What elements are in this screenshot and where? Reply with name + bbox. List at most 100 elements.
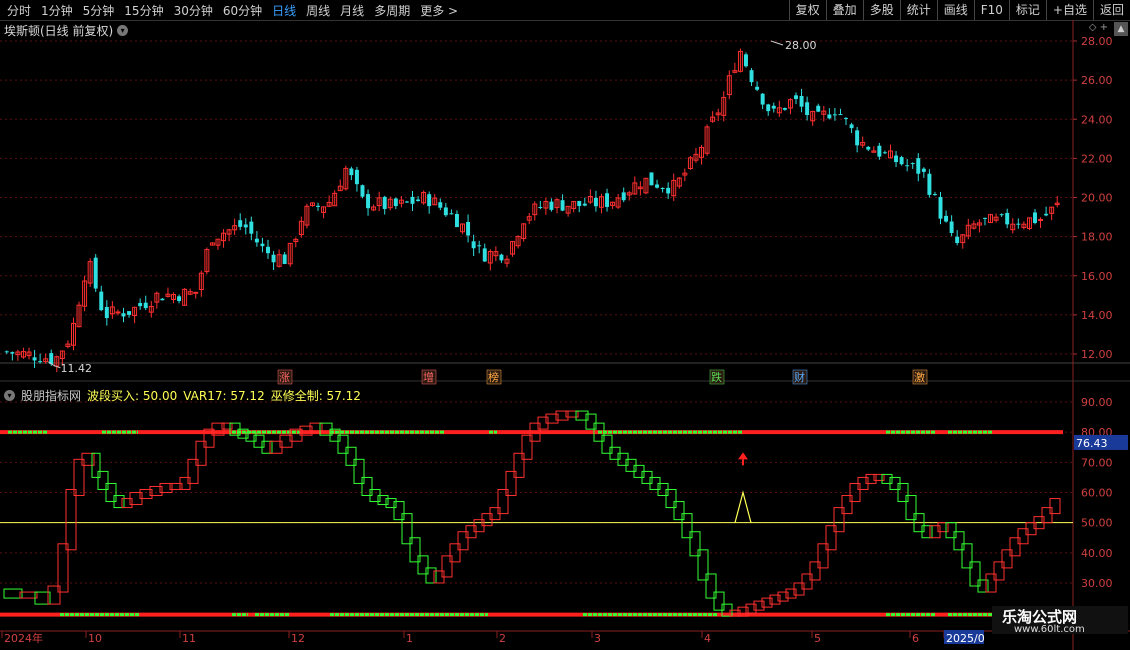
candle-body: [655, 184, 660, 188]
indicator-tick-label: 90.00: [1081, 396, 1113, 409]
candle-body: [855, 130, 860, 146]
candle-body: [760, 93, 765, 105]
candle-body: [316, 205, 320, 207]
candle-body: [282, 254, 287, 264]
indicator-value-control: 巫修全制: 57.12: [270, 389, 361, 403]
tool-button-4[interactable]: 画线: [936, 0, 974, 20]
candle-body: [38, 361, 43, 363]
xaxis-label: 1: [406, 632, 413, 645]
candle-body: [260, 243, 265, 247]
candle-body: [766, 104, 771, 112]
period-toolbar: 分时 1分钟 5分钟 15分钟 30分钟 60分钟 日线 周线 月线 多周期 更多 > 复权 叠加 多股…: [0, 0, 1130, 21]
indicator-title-row: ▾ 股朋指标网 波段买入: 50.00 VAR17: 57.12 巫修全制: 5…: [4, 387, 361, 404]
event-marker-label: 激: [914, 370, 925, 384]
xaxis-label: 6: [912, 632, 919, 645]
price-tick-label: 18.00: [1081, 231, 1113, 244]
candle-body: [404, 201, 409, 203]
period-tab-5[interactable]: 60分钟: [218, 2, 267, 19]
candle-body: [560, 200, 565, 211]
candle-body: [649, 172, 654, 186]
tool-button-7[interactable]: +自选: [1045, 0, 1093, 20]
chart-canvas[interactable]: 28.00 26.00 24.00 22.00 20.00 18.00 16.00 14.00…: [0, 20, 1130, 650]
indicator-tick-label: 30.00: [1081, 577, 1113, 590]
candle-body: [538, 207, 543, 209]
period-tab-10[interactable]: 更多 >: [415, 2, 463, 19]
period-tab-6[interactable]: 日线: [267, 2, 301, 19]
candle-body: [938, 196, 943, 219]
candle-body: [838, 114, 843, 116]
candle-body: [32, 357, 37, 361]
tool-button-8[interactable]: 返回: [1092, 0, 1130, 20]
candle-body: [354, 169, 359, 185]
tool-button-6[interactable]: 标记: [1008, 0, 1046, 20]
candle-body: [894, 155, 899, 163]
chevron-down-icon[interactable]: ▾: [4, 390, 15, 401]
xaxis-label: 2: [499, 632, 506, 645]
tool-button-5[interactable]: F10: [973, 0, 1009, 20]
candle-body: [443, 207, 448, 216]
low-label: 11.42: [60, 362, 92, 375]
watermark-logo: 乐淘公式网 www.60lt.com: [992, 606, 1128, 635]
wave-step: [3, 588, 23, 599]
candle-body: [799, 95, 804, 107]
candle-body: [104, 306, 109, 319]
candle-body: [910, 163, 915, 165]
candle-body: [593, 197, 598, 207]
candle-body: [271, 254, 276, 263]
candle-body: [982, 217, 987, 219]
candle-body: [849, 124, 854, 129]
price-tick-label: 26.00: [1081, 74, 1113, 87]
xaxis-label: 4: [704, 632, 711, 645]
tool-button-3[interactable]: 统计: [899, 0, 937, 20]
tool-button-2[interactable]: 多股: [862, 0, 900, 20]
candle-body: [882, 152, 887, 154]
period-tab-3[interactable]: 15分钟: [119, 2, 168, 19]
candle-body: [449, 213, 454, 215]
event-marker-label: 财: [794, 370, 805, 384]
candle-body: [138, 302, 143, 307]
current-value-label: 76.43: [1076, 437, 1108, 450]
period-tab-0[interactable]: 分时: [2, 2, 36, 19]
candle-body: [266, 246, 270, 254]
xaxis-label: 2025/0: [946, 632, 985, 645]
price-tick-label: 16.00: [1081, 270, 1113, 283]
event-marker-label: 增: [423, 370, 434, 384]
tool-button-0[interactable]: 复权: [788, 0, 826, 20]
candle-body: [238, 220, 243, 227]
period-tab-8[interactable]: 月线: [335, 2, 369, 19]
candle-body: [744, 54, 748, 67]
xaxis-label: 10: [88, 632, 102, 645]
candle-body: [577, 200, 582, 207]
candle-body: [1033, 212, 1037, 223]
candle-body: [349, 168, 354, 176]
candle-body: [844, 118, 848, 120]
candle-body: [393, 198, 398, 207]
period-tab-2[interactable]: 5分钟: [78, 2, 120, 19]
candle-body: [93, 257, 98, 289]
wave-step: [57, 543, 69, 593]
candle-body: [1038, 218, 1044, 221]
candle-body: [805, 102, 810, 116]
xaxis-label: 2024年: [4, 631, 43, 645]
price-tick-label: 24.00: [1081, 113, 1113, 126]
period-tab-1[interactable]: 1分钟: [36, 2, 78, 19]
tool-button-1[interactable]: 叠加: [825, 0, 863, 20]
period-tab-9[interactable]: 多周期: [369, 2, 415, 19]
period-tab-4[interactable]: 30分钟: [169, 2, 218, 19]
candle-body: [10, 352, 15, 354]
xaxis-label: 5: [814, 632, 821, 645]
period-tab-7[interactable]: 周线: [301, 2, 335, 19]
candle-body: [816, 105, 821, 112]
candle-body: [1016, 223, 1021, 225]
candle-body: [243, 224, 248, 228]
candle-body: [499, 254, 504, 261]
candle-body: [621, 192, 626, 201]
buy-arrow-icon: [738, 452, 748, 460]
watermark-url: www.60lt.com: [1014, 624, 1085, 635]
candle-body: [438, 202, 443, 208]
candle-body: [471, 241, 476, 249]
candle-body: [927, 173, 932, 195]
candle-body: [160, 298, 165, 301]
event-marker-label: 涨: [279, 371, 290, 384]
event-marker-label: 榜: [488, 370, 499, 384]
